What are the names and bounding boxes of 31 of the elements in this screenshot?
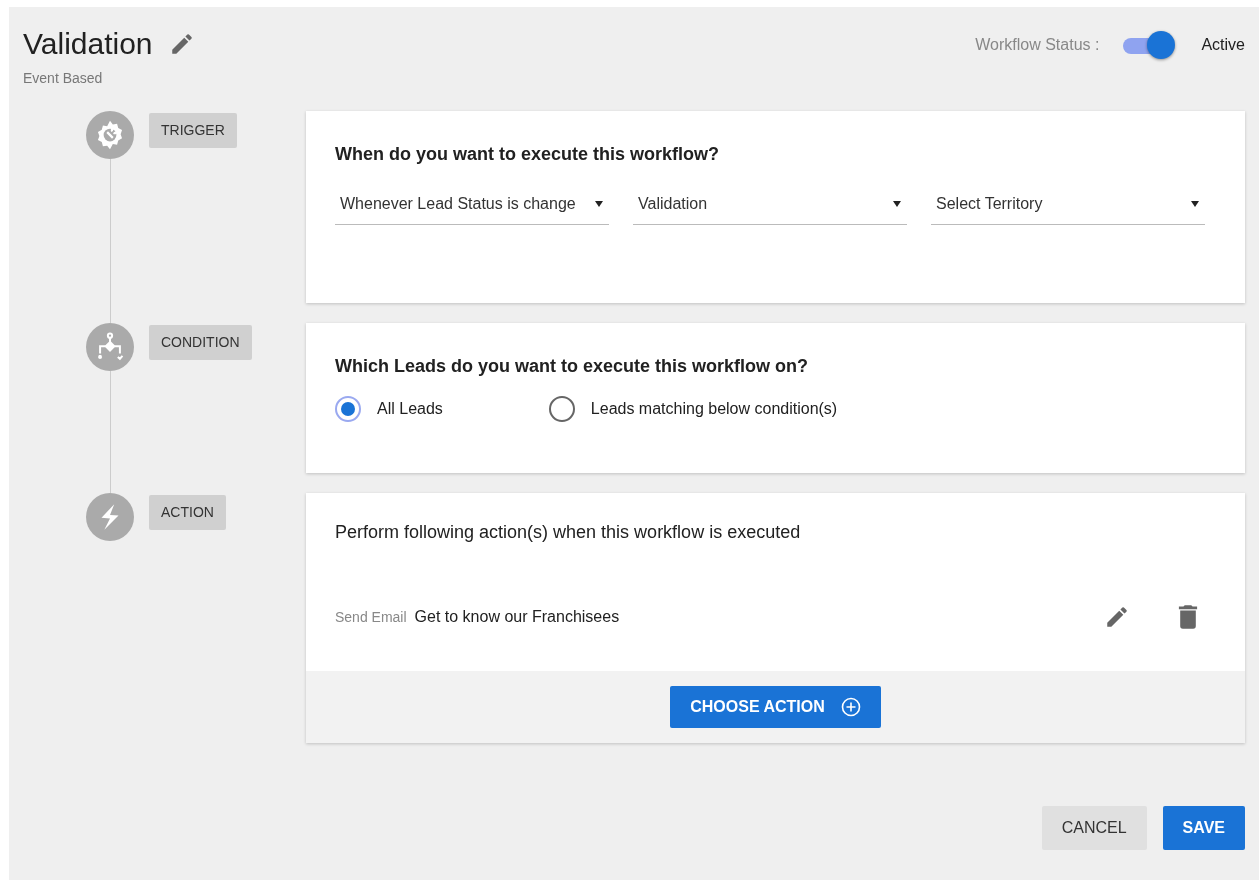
edit-icon[interactable]	[1104, 604, 1130, 630]
action-name: Get to know our Franchisees	[414, 607, 621, 627]
page-title: Validation	[23, 27, 153, 60]
plus-circle-icon	[840, 697, 861, 717]
step-label: CONDITION	[149, 325, 252, 360]
action-type: Send Email	[335, 607, 407, 627]
radio-label: Leads matching below condition(s)	[590, 399, 838, 419]
status-label: Workflow Status :	[975, 35, 1100, 55]
caret-icon	[892, 198, 902, 209]
cancel-button[interactable]: CANCEL	[1041, 806, 1147, 850]
card-heading: Which Leads do you want to execute this workflow on?	[335, 355, 810, 378]
delete-icon[interactable]	[1176, 604, 1200, 630]
caret-icon	[1190, 198, 1200, 209]
card-heading: When do you want to execute this workflow?	[335, 143, 721, 166]
caret-icon	[594, 198, 604, 209]
dropdown[interactable]: Validation	[633, 184, 907, 225]
status-text: Active	[1201, 35, 1245, 55]
radio-button[interactable]	[548, 396, 575, 422]
radio-label: All Leads	[377, 399, 443, 419]
step-label: ACTION	[149, 495, 226, 530]
save-button[interactable]: SAVE	[1162, 806, 1245, 850]
dropdown[interactable]: Select Territory	[931, 184, 1205, 225]
flowchart-icon	[86, 323, 134, 371]
choose-action-button[interactable]: CHOOSE ACTION	[670, 686, 881, 728]
workflow-type: Event Based	[23, 69, 104, 88]
step-label: TRIGGER	[149, 113, 237, 148]
lightning-icon	[86, 493, 134, 541]
card-heading: Perform following action(s) when this workflow is executed	[335, 521, 802, 544]
gear-icon	[86, 111, 134, 159]
dropdown[interactable]: Whenever Lead Status is change	[335, 184, 609, 225]
radio-button[interactable]	[335, 396, 361, 422]
